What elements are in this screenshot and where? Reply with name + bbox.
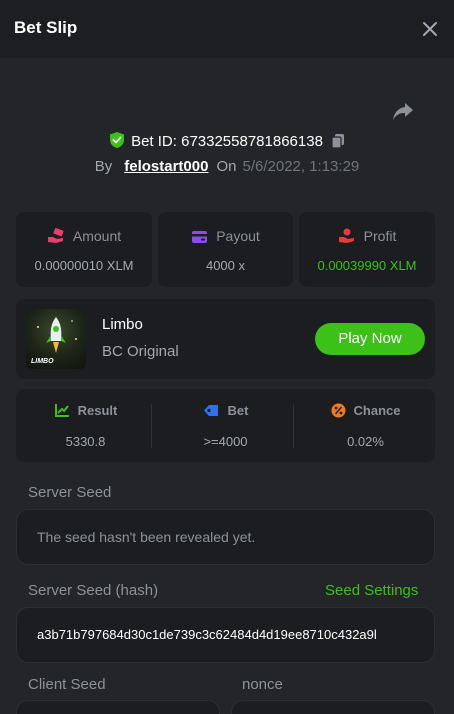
bet-id-text: Bet ID: 67332558781866138 [131, 133, 323, 150]
profit-label: Profit [363, 228, 397, 244]
share-icon[interactable] [391, 100, 415, 122]
bet-column: Bet >=4000 [156, 389, 295, 462]
money-hand-icon [47, 228, 64, 243]
profit-hand-icon [338, 228, 354, 243]
bet-id-row: Bet ID: 67332558781866138 [0, 131, 454, 151]
divider [151, 404, 152, 448]
bet-date: 5/6/2022, 1:13:29 [242, 158, 360, 175]
server-seed-label: Server Seed [28, 484, 112, 501]
result-label: Result [77, 403, 118, 418]
seed-settings-link[interactable]: Seed Settings [325, 582, 418, 599]
chance-column: Chance 0.02% [296, 389, 435, 462]
amount-value: 0.00000010 XLM [34, 258, 134, 273]
result-column: Result 5330.8 [16, 389, 155, 462]
game-thumbnail[interactable]: LIMBO [26, 309, 86, 369]
result-value: 5330.8 [65, 434, 106, 449]
nonce-field[interactable] [231, 700, 435, 714]
amount-label: Amount [72, 228, 122, 244]
header-bar: Bet Slip [0, 0, 454, 58]
result-chart-icon [54, 404, 69, 417]
page-title: Bet Slip [14, 18, 78, 37]
amount-card: Amount 0.00000010 XLM [16, 212, 152, 287]
by-label: By [94, 158, 113, 175]
copy-icon[interactable] [331, 133, 345, 149]
play-now-button[interactable]: Play Now [315, 323, 425, 355]
result-card: Result 5330.8 Bet >=4000 Chance 0.02% [16, 389, 435, 462]
nonce-label: nonce [242, 676, 283, 693]
server-seed-hash-field[interactable]: a3b71b797684d30c1de739c3c62484d4d19ee871… [16, 607, 435, 663]
shield-check-icon [110, 132, 125, 148]
user-link[interactable]: felostart000 [124, 158, 208, 175]
profit-card: Profit 0.00039990 XLM [299, 212, 435, 287]
client-seed-label: Client Seed [28, 676, 106, 693]
game-card: LIMBO Limbo BC Original Play Now [16, 299, 435, 379]
thumb-logo-text: LIMBO [31, 358, 54, 365]
wallet-icon [192, 231, 208, 243]
profit-value: 0.00039990 XLM [317, 258, 417, 273]
server-seed-hash-label: Server Seed (hash) [28, 582, 159, 599]
divider [293, 404, 294, 448]
percent-icon [331, 403, 346, 418]
bet-meta-row: By felostart000 On 5/6/2022, 1:13:29 [0, 158, 454, 178]
on-label: On [216, 158, 237, 175]
client-seed-field[interactable] [16, 700, 220, 714]
bet-value: >=4000 [203, 434, 248, 449]
chance-label: Chance [353, 403, 401, 418]
bet-tag-icon [203, 405, 218, 416]
server-seed-field[interactable]: The seed hasn't been revealed yet. [16, 509, 435, 565]
close-icon[interactable] [420, 19, 440, 39]
payout-label: Payout [216, 228, 260, 244]
game-name: Limbo [102, 316, 143, 333]
bet-label: Bet [227, 403, 249, 418]
payout-value: 4000 x [205, 258, 246, 273]
chance-value: 0.02% [347, 434, 384, 449]
game-provider: BC Original [102, 343, 179, 360]
payout-card: Payout 4000 x [158, 212, 293, 287]
